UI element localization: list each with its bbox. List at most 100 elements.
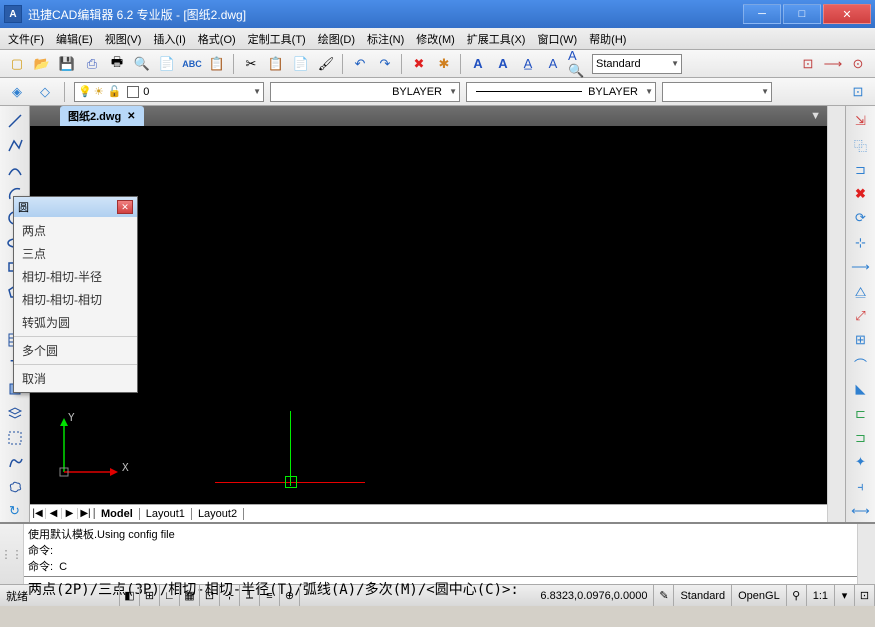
status-scale[interactable]: 1:1 bbox=[807, 585, 835, 606]
text-a2-icon[interactable]: A bbox=[492, 53, 514, 75]
menu-draw[interactable]: 绘图(D) bbox=[318, 31, 355, 47]
model-tab[interactable]: Model bbox=[95, 508, 140, 520]
scale-icon[interactable]: ⤢ bbox=[850, 305, 872, 326]
match-icon[interactable]: 🖌 bbox=[315, 53, 337, 75]
lineweight-combo[interactable]: BYLAYER ▼ bbox=[466, 82, 656, 102]
layers-icon[interactable] bbox=[3, 403, 27, 424]
menu-dimension[interactable]: 标注(N) bbox=[367, 31, 404, 47]
maximize-button[interactable]: □ bbox=[783, 4, 821, 24]
menu-help[interactable]: 帮助(H) bbox=[589, 31, 626, 47]
chamfer-icon[interactable]: ◣ bbox=[850, 378, 872, 399]
explode2-icon[interactable]: ✦ bbox=[850, 452, 872, 473]
minimize-button[interactable]: ─ bbox=[743, 4, 781, 24]
nav-first-icon[interactable]: |◀ bbox=[30, 508, 46, 519]
new-icon[interactable]: ▢ bbox=[6, 53, 28, 75]
text-a3-icon[interactable]: A̲ bbox=[517, 53, 539, 75]
doc-tab[interactable]: 图纸2.dwg ✕ bbox=[60, 106, 144, 126]
popup-item-2p[interactable]: 两点 bbox=[14, 219, 137, 242]
revcloud-icon[interactable] bbox=[3, 476, 27, 497]
nav-last-icon[interactable]: ▶| bbox=[78, 508, 94, 519]
status-icon[interactable]: ⊞ bbox=[140, 585, 160, 606]
redo-icon[interactable]: ↷ bbox=[374, 53, 396, 75]
spell-icon[interactable]: ABC bbox=[181, 53, 203, 75]
extend-icon[interactable]: ⟶ bbox=[850, 256, 872, 277]
rotate-icon[interactable]: ⟳ bbox=[850, 208, 872, 229]
saveas-icon[interactable]: ⎙ bbox=[81, 53, 103, 75]
status-gl[interactable]: OpenGL bbox=[732, 585, 787, 606]
fillet-icon[interactable]: ⌒ bbox=[850, 354, 872, 375]
layout2-tab[interactable]: Layout2 bbox=[192, 508, 244, 520]
offset-icon[interactable]: ⊐ bbox=[850, 159, 872, 180]
text-a4-icon[interactable]: A bbox=[542, 53, 564, 75]
popup-titlebar[interactable]: 圆 ✕ bbox=[14, 197, 137, 217]
plotstyle-combo[interactable]: ▼ bbox=[662, 82, 772, 102]
popup-close-icon[interactable]: ✕ bbox=[117, 200, 133, 214]
menu-file[interactable]: 文件(F) bbox=[8, 31, 44, 47]
stretch-icon[interactable]: ⟷ bbox=[850, 501, 872, 522]
popup-item-multi[interactable]: 多个圆 bbox=[14, 339, 137, 362]
explode-icon[interactable]: ✱ bbox=[433, 53, 455, 75]
text-a1-icon[interactable]: A bbox=[467, 53, 489, 75]
tab-close-icon[interactable]: ✕ bbox=[127, 111, 135, 122]
menu-edit[interactable]: 编辑(E) bbox=[56, 31, 93, 47]
delete-icon[interactable]: ✖ bbox=[850, 183, 872, 204]
status-icon[interactable]: ⊕ bbox=[280, 585, 300, 606]
popup-item-cancel[interactable]: 取消 bbox=[14, 367, 137, 390]
menu-insert[interactable]: 插入(I) bbox=[153, 31, 185, 47]
plot-icon[interactable]: 📄 bbox=[156, 53, 178, 75]
menu-tools[interactable]: 定制工具(T) bbox=[248, 31, 306, 47]
cmd-scrollbar[interactable] bbox=[857, 524, 875, 584]
refresh-icon[interactable]: ↻ bbox=[3, 501, 27, 522]
trim-icon[interactable]: ⊹ bbox=[850, 232, 872, 253]
menu-modify[interactable]: 修改(M) bbox=[416, 31, 455, 47]
print-icon[interactable]: 🖶 bbox=[106, 53, 128, 75]
open-icon[interactable]: 📂 bbox=[31, 53, 53, 75]
align-icon[interactable]: ⫞ bbox=[850, 476, 872, 497]
boundary-icon[interactable] bbox=[3, 427, 27, 448]
mirror-icon[interactable]: ⧋ bbox=[850, 281, 872, 302]
status-icon[interactable]: ✎ bbox=[654, 585, 674, 606]
layer-combo[interactable]: 💡 ☀ 🔓 0 ▼ bbox=[74, 82, 264, 102]
status-icon[interactable]: ▾ bbox=[835, 585, 855, 606]
drawing-canvas[interactable]: Y X bbox=[30, 126, 827, 504]
status-icon[interactable]: ▦ bbox=[180, 585, 200, 606]
nav-prev-icon[interactable]: ◀ bbox=[46, 508, 62, 519]
audit-icon[interactable]: 📋 bbox=[206, 53, 228, 75]
undo-icon[interactable]: ↶ bbox=[349, 53, 371, 75]
status-icon[interactable]: ⊹ bbox=[220, 585, 240, 606]
nav-next-icon[interactable]: ▶ bbox=[62, 508, 78, 519]
wipeout-icon[interactable] bbox=[3, 452, 27, 473]
menu-view[interactable]: 视图(V) bbox=[105, 31, 142, 47]
snap2-icon[interactable]: ⟶ bbox=[822, 53, 844, 75]
pline-icon[interactable] bbox=[3, 134, 27, 155]
preview-icon[interactable]: 🔍 bbox=[131, 53, 153, 75]
break-icon[interactable]: ⊏ bbox=[850, 403, 872, 424]
status-icon[interactable]: ⚲ bbox=[787, 585, 807, 606]
popup-item-ttt[interactable]: 相切-相切-相切 bbox=[14, 288, 137, 311]
close-button[interactable]: ✕ bbox=[823, 4, 871, 24]
copy-icon[interactable]: 📋 bbox=[265, 53, 287, 75]
paste-icon[interactable]: 📄 bbox=[290, 53, 312, 75]
menu-ext[interactable]: 扩展工具(X) bbox=[467, 31, 526, 47]
find-icon[interactable]: A🔍 bbox=[567, 53, 589, 75]
tab-menu-icon[interactable]: ▼ bbox=[810, 110, 827, 122]
layer1-icon[interactable]: ◈ bbox=[6, 81, 28, 103]
save-icon[interactable]: 💾 bbox=[56, 53, 78, 75]
status-icon[interactable]: ∟ bbox=[160, 585, 180, 606]
status-icon[interactable]: ⊡ bbox=[855, 585, 875, 606]
layer2-icon[interactable]: ◇ bbox=[34, 81, 56, 103]
dim1-icon[interactable]: ⊡ bbox=[847, 81, 869, 103]
snap3-icon[interactable]: ⊙ bbox=[847, 53, 869, 75]
snap1-icon[interactable]: ⊡ bbox=[797, 53, 819, 75]
copy2-icon[interactable]: ⿻ bbox=[850, 134, 872, 155]
grip-icon[interactable]: ⋮⋮ bbox=[0, 524, 24, 584]
linetype-combo[interactable]: BYLAYER ▼ bbox=[270, 82, 460, 102]
popup-item-3p[interactable]: 三点 bbox=[14, 242, 137, 265]
move-icon[interactable]: ⇲ bbox=[850, 110, 872, 131]
spline-icon[interactable] bbox=[3, 159, 27, 180]
erase-icon[interactable]: ✖ bbox=[408, 53, 430, 75]
status-std[interactable]: Standard bbox=[674, 585, 732, 606]
popup-item-ttr[interactable]: 相切-相切-半径 bbox=[14, 265, 137, 288]
status-icon[interactable]: ⊡ bbox=[200, 585, 220, 606]
menu-format[interactable]: 格式(O) bbox=[198, 31, 236, 47]
